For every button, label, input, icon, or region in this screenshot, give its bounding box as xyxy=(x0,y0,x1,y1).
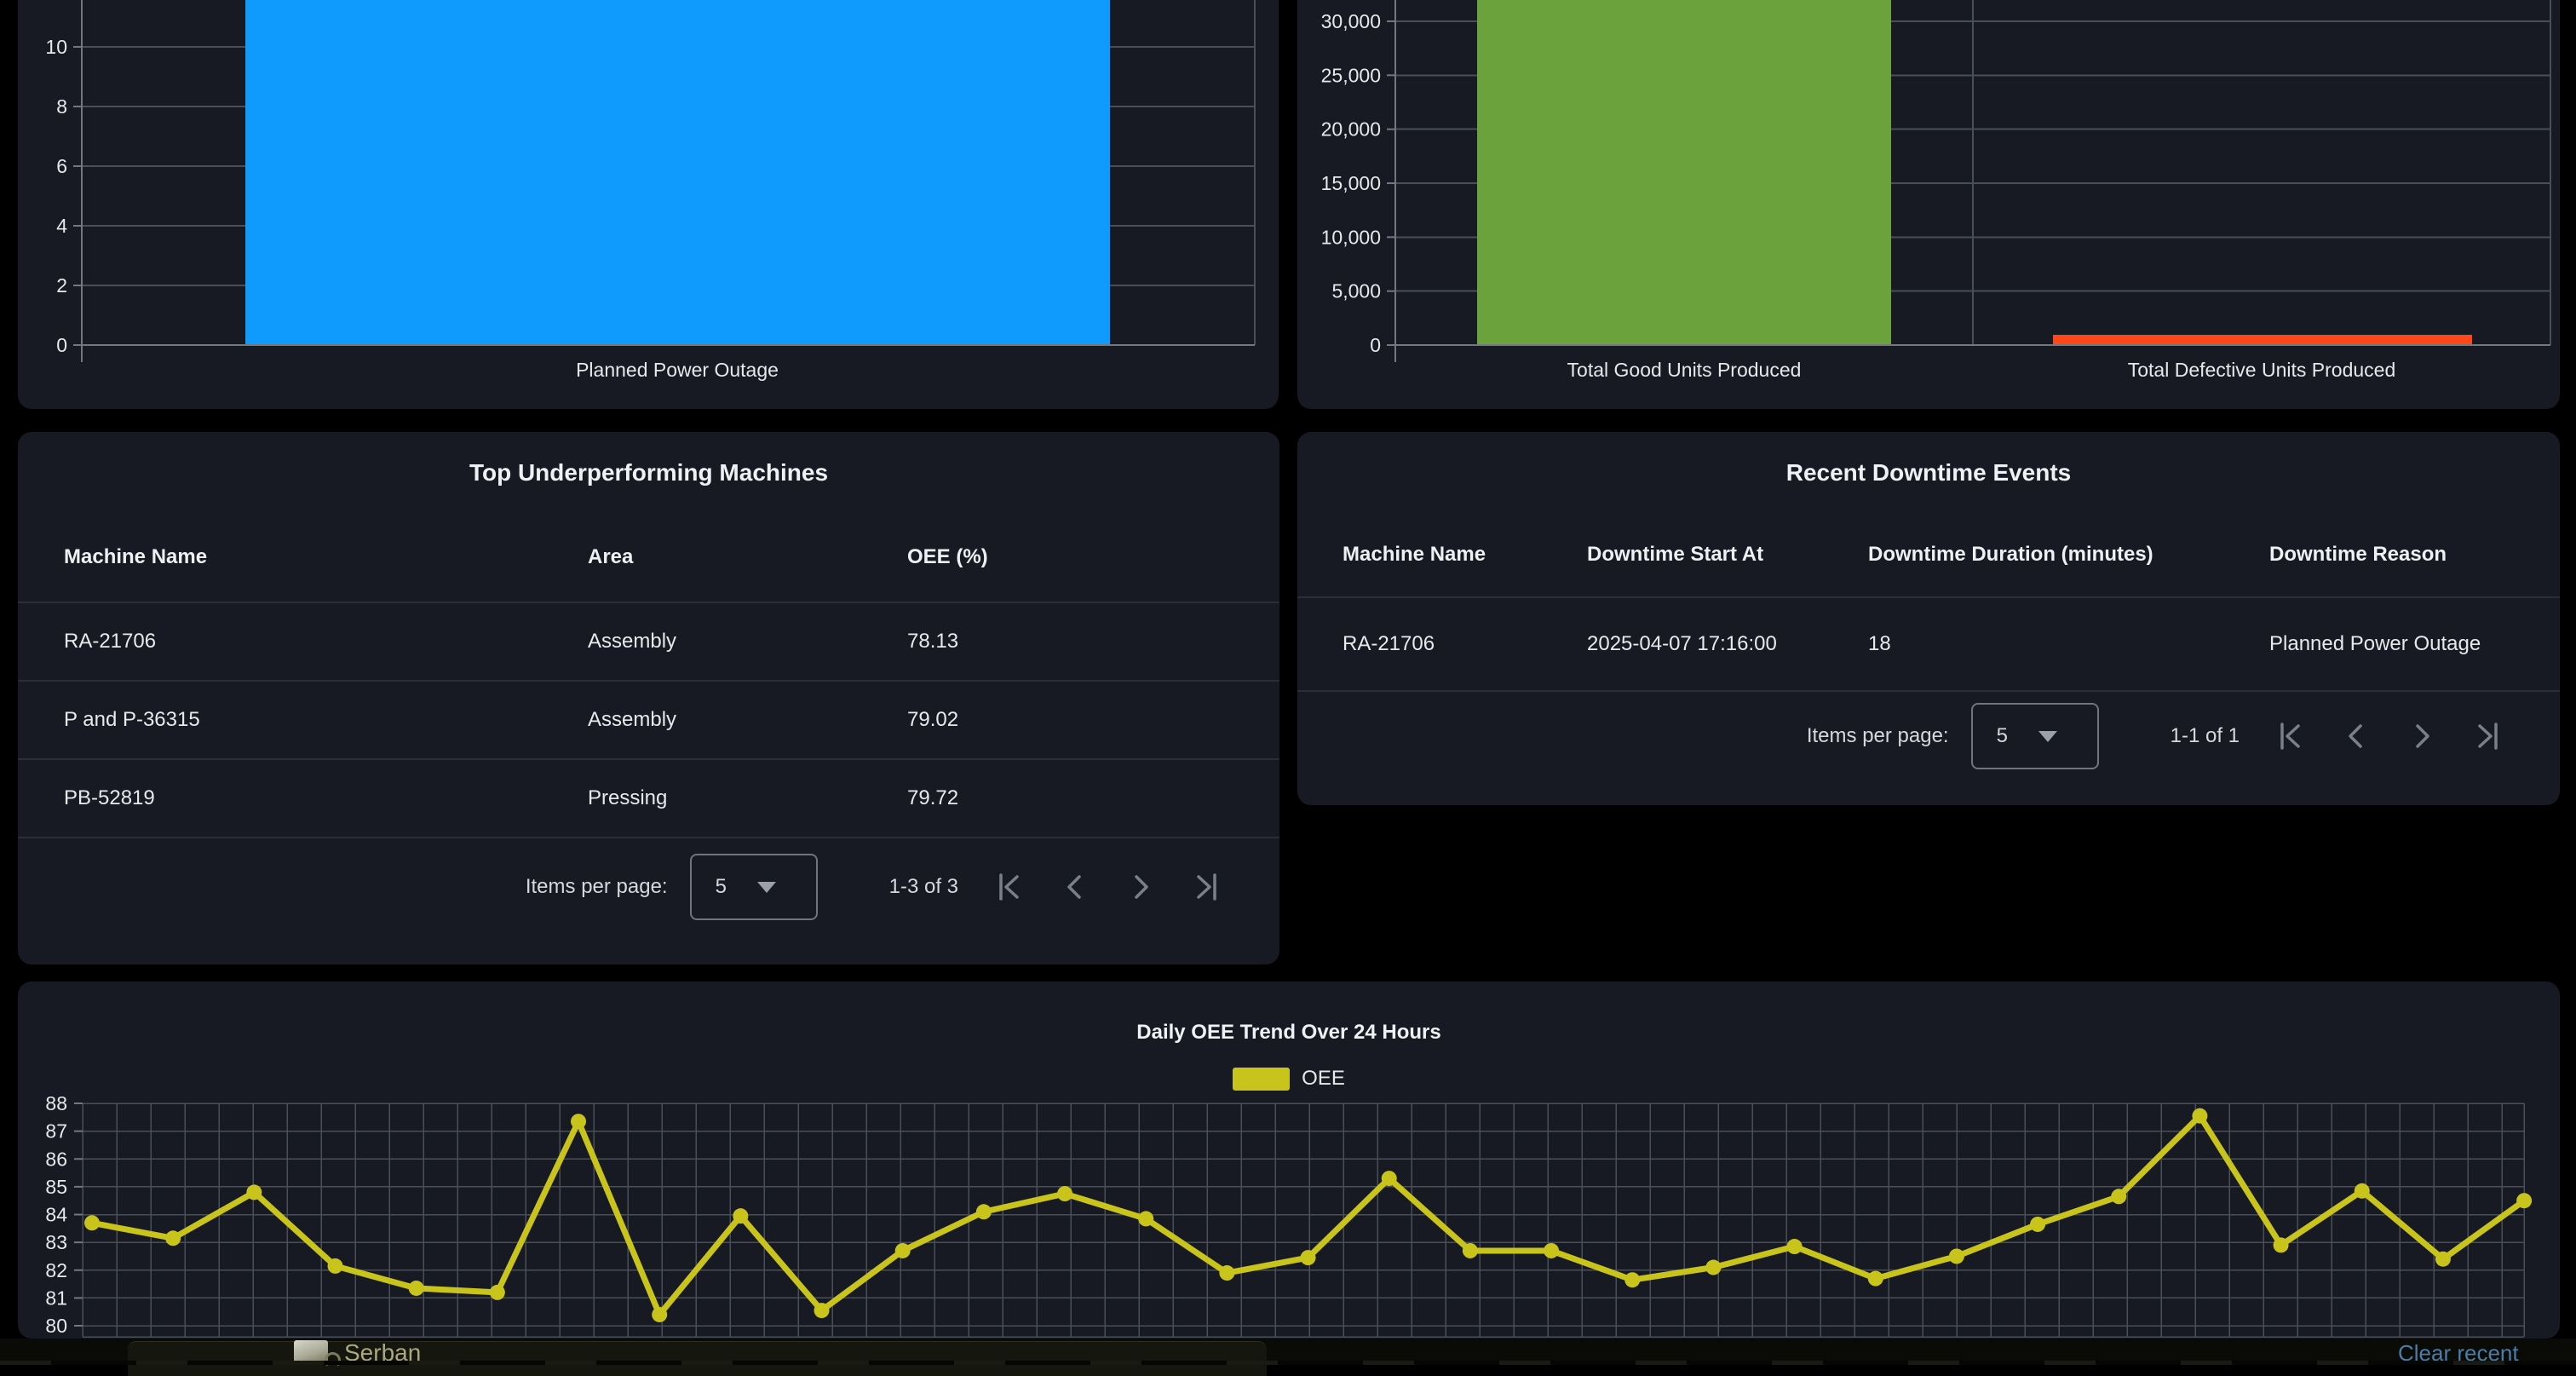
svg-text:83: 83 xyxy=(45,1231,67,1253)
chevron-left-icon xyxy=(1055,866,1095,907)
svg-text:30,000: 30,000 xyxy=(1321,10,1381,32)
cell-reason: Planned Power Outage xyxy=(2269,632,2560,656)
svg-text:5,000: 5,000 xyxy=(1331,280,1381,302)
cell-oee: 78.13 xyxy=(907,630,1279,653)
page-size-value: 5 xyxy=(1997,724,2008,748)
card-title: Recent Downtime Events xyxy=(1297,459,2560,486)
table-row[interactable]: P and P-36315 Assembly 79.02 xyxy=(18,682,1279,760)
chevron-left-icon xyxy=(2336,716,2377,757)
table-row[interactable]: PB-52819 Pressing 79.72 xyxy=(18,760,1279,838)
chevron-right-icon xyxy=(1120,866,1161,907)
svg-text:4: 4 xyxy=(56,215,67,237)
svg-text:10,000: 10,000 xyxy=(1321,226,1381,248)
column-header-area: Area xyxy=(588,545,907,569)
column-header-reason: Downtime Reason xyxy=(2269,543,2560,567)
bottom-edge-sliver xyxy=(0,1361,2576,1365)
column-header-machine-name: Machine Name xyxy=(1343,543,1587,567)
svg-text:0: 0 xyxy=(1370,334,1381,356)
cell-machine: RA-21706 xyxy=(1343,632,1587,656)
last-page-button[interactable] xyxy=(1186,866,1227,907)
page-size-select[interactable]: 5 xyxy=(690,854,818,920)
cell-machine: P and P-36315 xyxy=(64,708,588,732)
chevron-down-icon xyxy=(2038,731,2057,742)
page-size-select[interactable]: 5 xyxy=(1971,703,2099,769)
cell-area: Pressing xyxy=(588,786,907,810)
table-row[interactable]: RA-21706 2025-04-07 17:16:00 18 Planned … xyxy=(1297,598,2560,692)
svg-text:8: 8 xyxy=(56,95,67,118)
next-page-button[interactable] xyxy=(1120,866,1161,907)
page-size-value: 5 xyxy=(716,875,727,899)
last-page-button[interactable] xyxy=(2467,716,2508,757)
cell-area: Assembly xyxy=(588,630,907,653)
last-page-icon xyxy=(2467,716,2508,757)
cell-area: Assembly xyxy=(588,708,907,732)
underperforming-table: Machine Name Area OEE (%) RA-21706 Assem… xyxy=(18,512,1279,838)
cell-duration: 18 xyxy=(1868,632,2269,656)
paginator: Items per page: 5 1-1 of 1 xyxy=(1807,702,2508,770)
items-per-page-label: Items per page: xyxy=(1807,724,1949,748)
column-header-duration: Downtime Duration (minutes) xyxy=(1868,543,2269,567)
svg-text:84: 84 xyxy=(45,1204,67,1226)
svg-text:88: 88 xyxy=(45,1092,67,1114)
items-per-page-label: Items per page: xyxy=(526,875,668,899)
svg-text:Total Defective Units Produced: Total Defective Units Produced xyxy=(2128,359,2396,381)
first-page-icon xyxy=(2270,716,2311,757)
chevron-down-icon xyxy=(757,882,776,893)
page-range-label: 1-1 of 1 xyxy=(2171,724,2240,748)
top-underperforming-machines-card: Top Underperforming Machines Machine Nam… xyxy=(18,432,1279,964)
first-page-icon xyxy=(989,866,1030,907)
cell-oee: 79.72 xyxy=(907,786,1279,810)
recent-downtime-events-card: Recent Downtime Events Machine Name Down… xyxy=(1297,432,2560,805)
first-page-button[interactable] xyxy=(2270,716,2311,757)
svg-text:Total Good Units Produced: Total Good Units Produced xyxy=(1567,359,1802,381)
paginator: Items per page: 5 1-3 of 3 xyxy=(526,853,1227,921)
first-page-button[interactable] xyxy=(989,866,1030,907)
svg-text:6: 6 xyxy=(56,155,67,177)
downtime-by-reason-chart-card: 0 2 4 6 8 10 Planned Power Outage xyxy=(18,0,1279,409)
downtime-table: Machine Name Downtime Start At Downtime … xyxy=(1297,512,2560,692)
chevron-right-icon xyxy=(2401,716,2442,757)
svg-text:86: 86 xyxy=(45,1148,67,1170)
column-header-machine-name: Machine Name xyxy=(64,545,588,569)
production-units-bar-chart: 0 5,000 10,000 15,000 20,000 25,000 30,000 Tota… xyxy=(1297,0,2560,409)
svg-text:81: 81 xyxy=(45,1287,67,1309)
svg-text:82: 82 xyxy=(45,1259,67,1281)
daily-oee-trend-line-chart: 88 87 86 85 84 83 82 81 80 xyxy=(18,982,2560,1339)
svg-text:10: 10 xyxy=(45,36,67,58)
svg-text:87: 87 xyxy=(45,1120,67,1143)
column-header-start: Downtime Start At xyxy=(1587,543,1868,567)
previous-page-button[interactable] xyxy=(1055,866,1095,907)
svg-text:0: 0 xyxy=(56,334,67,356)
table-header-row: Machine Name Downtime Start At Downtime … xyxy=(1297,512,2560,598)
table-header-row: Machine Name Area OEE (%) xyxy=(18,512,1279,603)
next-page-button[interactable] xyxy=(2401,716,2442,757)
svg-text:25,000: 25,000 xyxy=(1321,64,1381,86)
svg-text:15,000: 15,000 xyxy=(1321,172,1381,194)
last-page-icon xyxy=(1186,866,1227,907)
cell-start: 2025-04-07 17:16:00 xyxy=(1587,632,1868,656)
svg-text:Planned Power Outage: Planned Power Outage xyxy=(576,359,779,381)
cell-machine: RA-21706 xyxy=(64,630,588,653)
cell-machine: PB-52819 xyxy=(64,786,588,810)
page-range-label: 1-3 of 3 xyxy=(889,875,958,899)
svg-text:20,000: 20,000 xyxy=(1321,118,1381,141)
production-units-chart-card: 0 5,000 10,000 15,000 20,000 25,000 30,000 Tota… xyxy=(1297,0,2560,409)
daily-oee-trend-card: Daily OEE Trend Over 24 Hours OEE 888786… xyxy=(18,982,2560,1339)
previous-page-button[interactable] xyxy=(2336,716,2377,757)
svg-text:85: 85 xyxy=(45,1176,67,1198)
svg-text:80: 80 xyxy=(45,1315,67,1337)
table-row[interactable]: RA-21706 Assembly 78.13 xyxy=(18,603,1279,682)
card-title: Top Underperforming Machines xyxy=(18,459,1279,486)
column-header-oee: OEE (%) xyxy=(907,545,1279,569)
svg-text:2: 2 xyxy=(56,274,67,297)
downtime-by-reason-bar-chart: 0 2 4 6 8 10 Planned Power Outage xyxy=(18,0,1279,409)
cell-oee: 79.02 xyxy=(907,708,1279,732)
